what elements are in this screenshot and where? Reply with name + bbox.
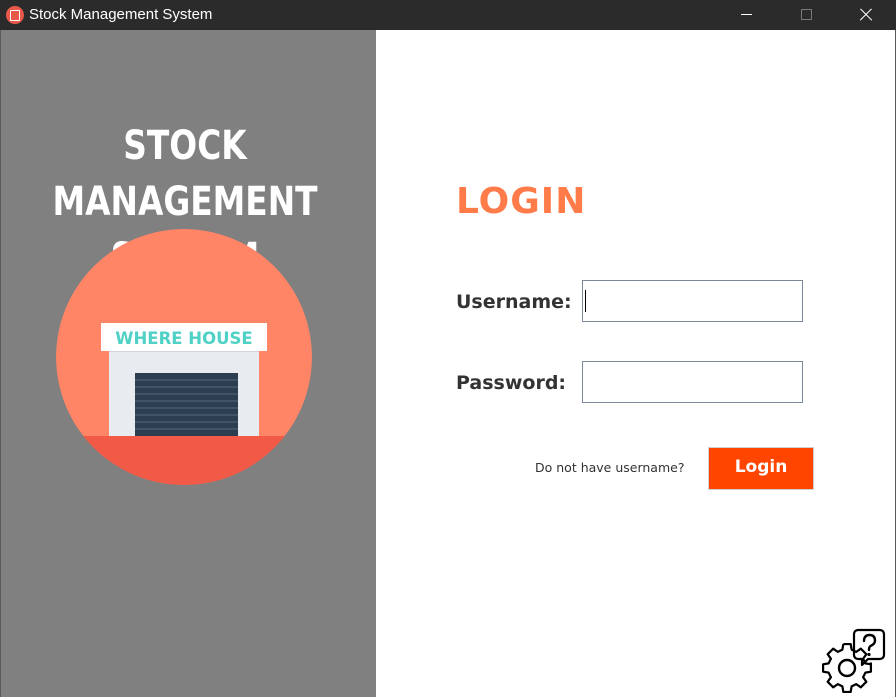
- warehouse-illustration: WHERE HOUSE: [56, 229, 312, 485]
- branding-panel: STOCK MANAGEMENT SYSTEM WHERE HOUSE: [1, 30, 376, 697]
- login-button[interactable]: Login: [708, 447, 814, 490]
- login-button-label: Login: [734, 456, 788, 477]
- username-input[interactable]: [582, 280, 803, 322]
- app-icon: [6, 6, 24, 24]
- illustration-ground: [56, 436, 312, 485]
- minimize-button[interactable]: [716, 0, 776, 30]
- help-settings-icon[interactable]: [822, 627, 886, 693]
- password-label: Password:: [456, 372, 567, 394]
- warehouse-door: [135, 373, 238, 436]
- username-label: Username:: [456, 291, 572, 313]
- maximize-button[interactable]: [776, 0, 836, 30]
- close-button[interactable]: [836, 0, 896, 30]
- brand-title-line1: STOCK MANAGEMENT: [52, 123, 318, 225]
- password-input[interactable]: [582, 361, 803, 403]
- window-title: Stock Management System: [29, 6, 213, 23]
- register-link[interactable]: Do not have username?: [535, 460, 684, 476]
- login-heading: LOGIN: [456, 181, 587, 222]
- title-bar: Stock Management System: [0, 0, 896, 30]
- text-caret: [585, 290, 586, 312]
- warehouse-sign-text: WHERE HOUSE: [115, 329, 252, 348]
